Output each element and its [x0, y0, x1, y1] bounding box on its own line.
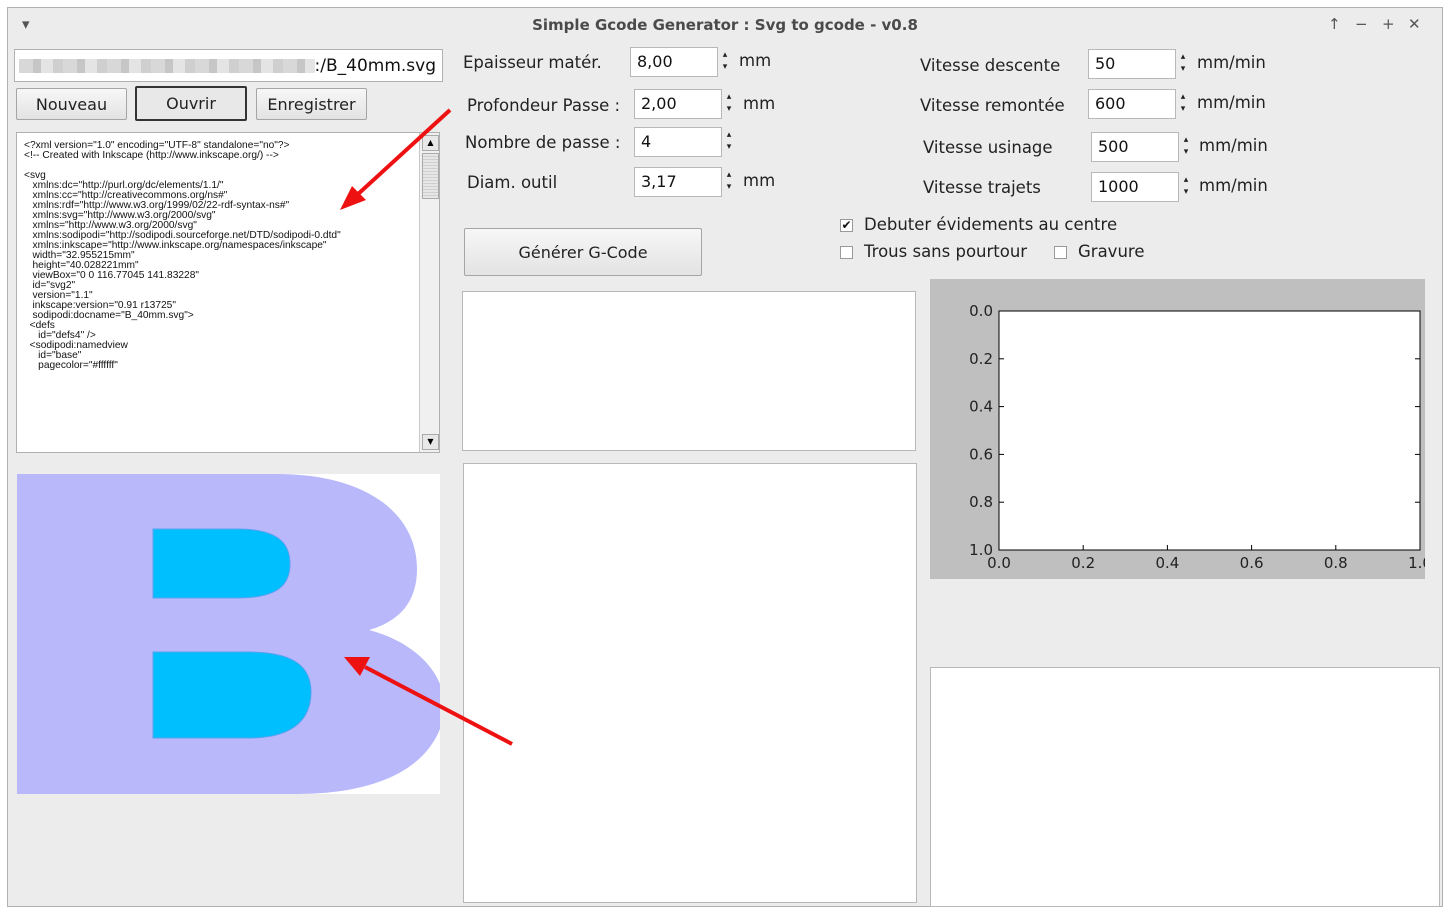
arrow-to-source — [355, 108, 452, 197]
arrow-to-preview — [364, 665, 513, 746]
annotation-arrows — [340, 108, 513, 746]
